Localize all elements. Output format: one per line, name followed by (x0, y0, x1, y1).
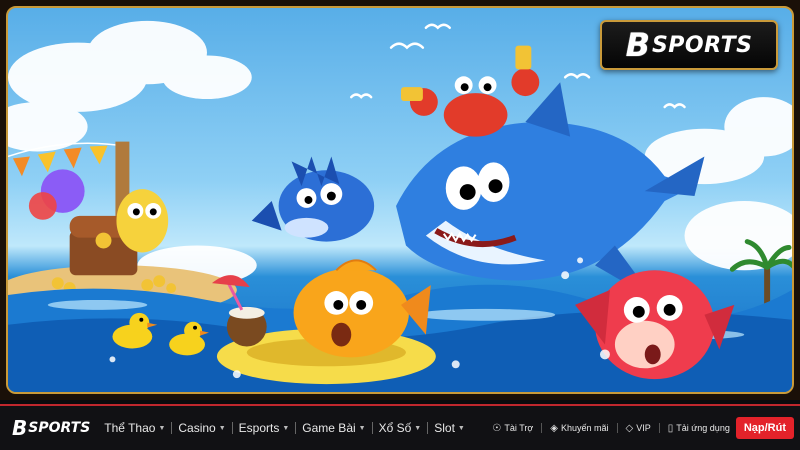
blue-shark-character (396, 82, 705, 300)
chevron-down-icon: ▼ (414, 424, 422, 432)
vip-icon: ◇ (625, 422, 634, 434)
chevron-down-icon: ▼ (457, 424, 465, 432)
menu-item-label: Game Bài (302, 421, 356, 435)
menu-item-casino[interactable]: Casino ▼ (172, 421, 231, 435)
hero-banner: B SPORTS (0, 0, 800, 400)
navbar-logo[interactable]: B SPORTS (12, 416, 90, 440)
quick-link-download-app[interactable]: ▯ Tải ứng dụng (668, 423, 730, 434)
quick-link-label: VIP (636, 423, 651, 433)
quick-link-label: Tải ứng dụng (676, 423, 730, 433)
menu-item-label: Slot (434, 421, 455, 435)
menu-item-the-thao[interactable]: Thể Thao ▼ (98, 421, 171, 435)
main-navbar: B SPORTS Thể Thao ▼ Casino ▼ Esports ▼ G… (0, 404, 800, 450)
menu-item-game-bai[interactable]: Game Bài ▼ (296, 421, 371, 435)
sponsor-icon: ☉ (492, 422, 502, 434)
quick-link-label: Tài Trợ (504, 423, 534, 433)
brand-logo-b: B (625, 26, 650, 64)
quick-link-vip[interactable]: ◇ VIP (626, 423, 651, 434)
menu-item-label: Thể Thao (104, 421, 156, 435)
quick-link-sponsor[interactable]: ☉ Tài Trợ (492, 423, 533, 434)
quick-divider (541, 423, 543, 433)
quick-links: ☉ Tài Trợ ◈ Khuyến mãi ◇ VIP ▯ Tải ứng d… (492, 423, 729, 434)
quick-link-promotion[interactable]: ◈ Khuyến mãi (550, 423, 608, 434)
chevron-down-icon: ▼ (358, 424, 366, 432)
chevron-down-icon: ▼ (218, 424, 226, 432)
deposit-withdraw-button[interactable]: Nạp/Rút (735, 417, 794, 439)
navbar-logo-b: B (12, 416, 27, 440)
promotion-icon: ◈ (550, 422, 558, 434)
menu-item-esports[interactable]: Esports ▼ (233, 421, 296, 435)
quick-divider (616, 423, 618, 433)
quick-divider (658, 423, 660, 433)
menu-item-label: Xổ Số (378, 421, 412, 435)
navbar-logo-word: SPORTS (28, 420, 91, 436)
menu-item-label: Casino (178, 421, 216, 435)
chevron-down-icon: ▼ (282, 424, 290, 432)
quick-link-label: Khuyến mãi (561, 423, 609, 433)
menu-item-label: Esports (238, 421, 280, 435)
hero-frame: B SPORTS (6, 6, 794, 394)
menu-item-slot[interactable]: Slot ▼ (428, 421, 471, 435)
brand-badge: B SPORTS (600, 20, 778, 70)
blue-fish-character (251, 156, 375, 242)
brand-logo-word: SPORTS (651, 32, 753, 58)
red-crab-character (400, 45, 540, 137)
main-menu: Thể Thao ▼ Casino ▼ Esports ▼ Game Bài ▼… (98, 421, 471, 435)
mobile-app-icon: ▯ (667, 422, 674, 434)
chevron-down-icon: ▼ (158, 424, 166, 432)
menu-item-xo-so[interactable]: Xổ Số ▼ (373, 421, 428, 435)
